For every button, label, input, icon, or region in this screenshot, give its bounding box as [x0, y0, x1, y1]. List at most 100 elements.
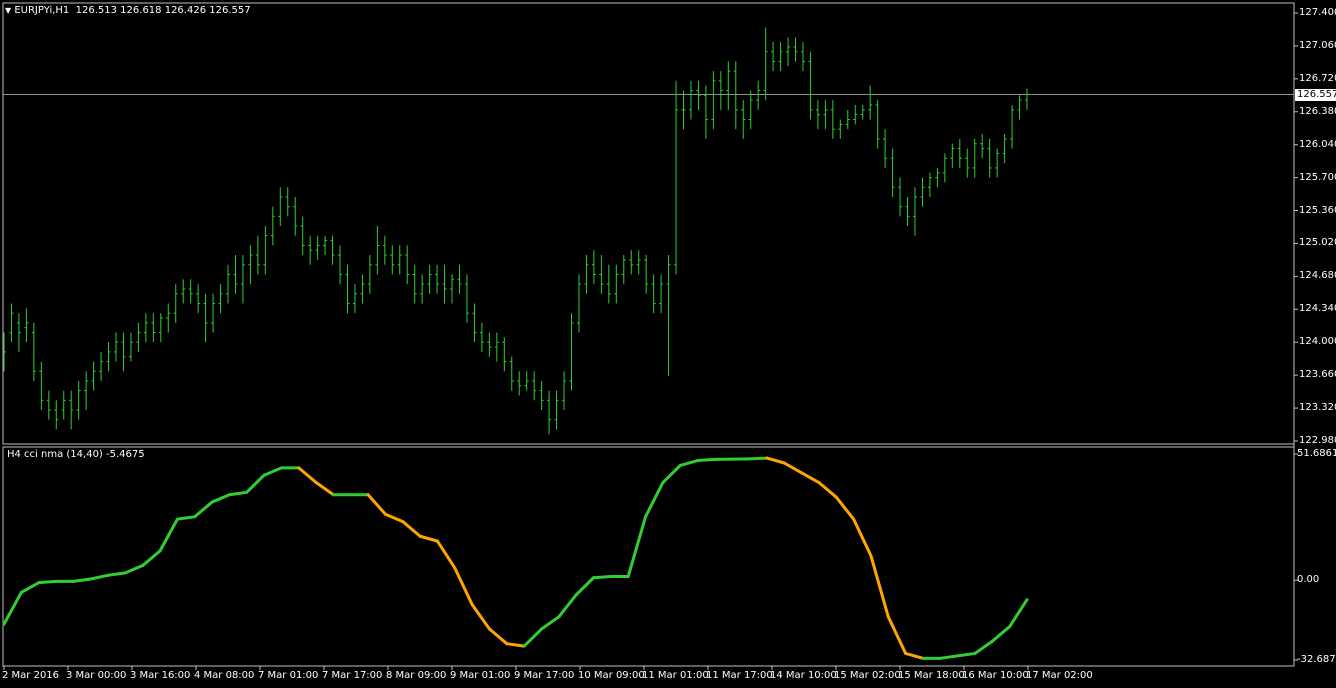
- ohlc-bar: [644, 255, 649, 294]
- ohlc-bar: [494, 332, 499, 362]
- cci-line-segment: [817, 481, 838, 499]
- ohlc-bar: [883, 129, 888, 168]
- ohlc-bar: [196, 284, 201, 314]
- time-axis-label: 3 Mar 00:00: [66, 670, 127, 681]
- cci-line-segment: [470, 603, 491, 631]
- ohlc-bar: [420, 274, 425, 304]
- cci-line-segment: [834, 495, 856, 521]
- ohlc-bar: [397, 245, 402, 275]
- ohlc-bar: [128, 332, 133, 362]
- cci-line-segment: [765, 456, 786, 465]
- indicator-axis-label: -32.687: [1297, 654, 1336, 665]
- cci-line-segment: [505, 642, 526, 648]
- ohlc-bar: [151, 313, 156, 343]
- ohlc-bar: [651, 274, 656, 314]
- ohlc-bar: [502, 337, 507, 372]
- ohlc-bar: [181, 279, 186, 304]
- ohlc-bar: [479, 322, 484, 352]
- cci-line-segment: [869, 554, 890, 619]
- time-axis-label: 17 Mar 02:00: [1026, 670, 1093, 681]
- ohlc-bar: [860, 104, 865, 120]
- time-axis-label: 7 Mar 01:00: [258, 670, 319, 681]
- indicator-axis-label: 51.6861: [1297, 448, 1336, 459]
- cci-line-segment: [644, 481, 665, 519]
- cci-line-segment: [175, 515, 197, 521]
- ohlc-bar: [1010, 104, 1015, 149]
- ohlc-bar: [54, 400, 59, 430]
- ohlc-bar: [853, 104, 858, 125]
- ohlc-bar: [733, 61, 738, 130]
- time-axis-label: 11 Mar 01:00: [642, 670, 709, 681]
- ohlc-bar: [450, 274, 455, 304]
- cci-line-segment: [89, 573, 110, 581]
- ohlc-bar: [711, 71, 716, 130]
- cci-line-segment: [990, 625, 1012, 643]
- ohlc-bar: [786, 37, 791, 67]
- ohlc-bar: [942, 153, 947, 183]
- ohlc-bar: [927, 172, 932, 197]
- ohlc-bar: [696, 80, 701, 110]
- price-axis-label: 124.340: [1299, 303, 1336, 315]
- cci-line-segment: [314, 481, 335, 497]
- time-axis-label: 16 Mar 10:00: [962, 670, 1029, 681]
- ohlc-bar: [778, 42, 783, 72]
- price-axis-label: 125.700: [1299, 171, 1336, 183]
- ohlc-bar: [278, 187, 283, 227]
- ohlc-bar: [352, 284, 357, 314]
- ohlc-bar: [636, 250, 641, 275]
- ohlc-bar: [532, 371, 537, 401]
- ohlc-values: 126.513 126.618 126.426 126.557: [75, 5, 251, 16]
- ohlc-bar: [330, 235, 335, 265]
- price-axis-label: 127.400: [1299, 7, 1336, 18]
- ohlc-bar: [763, 27, 768, 101]
- ohlc-bar: [46, 390, 51, 420]
- ohlc-bar: [285, 187, 290, 217]
- ohlc-bar: [875, 100, 880, 149]
- ohlc-bar: [315, 235, 320, 260]
- ohlc-bar: [412, 264, 417, 304]
- ohlc-bar: [158, 313, 163, 343]
- ohlc-bar: [255, 235, 260, 275]
- cci-line-segment: [245, 473, 266, 494]
- ohlc-bar: [367, 255, 372, 294]
- ohlc-bar: [554, 390, 559, 430]
- ohlc-bar: [547, 390, 552, 435]
- ohlc-bar: [1017, 95, 1022, 120]
- ohlc-bar: [591, 250, 596, 285]
- ohlc-bar: [360, 274, 365, 304]
- ohlc-bar: [143, 313, 148, 343]
- price-axis-label: 122.980: [1299, 435, 1336, 446]
- ohlc-bar: [912, 187, 917, 236]
- ohlc-bar: [845, 109, 850, 130]
- cci-line-segment: [973, 639, 994, 655]
- ohlc-bar: [405, 245, 410, 285]
- ohlc-bar: [435, 264, 440, 294]
- ohlc-bar: [741, 100, 746, 139]
- ohlc-bar: [808, 51, 813, 120]
- cci-line-segment: [661, 463, 682, 485]
- chart-canvas: [2, 2, 1298, 670]
- ohlc-bar: [987, 138, 992, 178]
- ohlc-bar: [890, 148, 895, 197]
- ohlc-bar: [830, 100, 835, 139]
- ohlc-bar: [674, 80, 679, 275]
- cci-line-segment: [748, 456, 769, 461]
- ohlc-bar: [524, 371, 529, 391]
- ohlc-bar: [39, 361, 44, 411]
- dropdown-triangle-icon[interactable]: ▼: [5, 6, 11, 15]
- ohlc-bar: [509, 356, 514, 391]
- ohlc-bar: [338, 245, 343, 285]
- ohlc-bar: [390, 245, 395, 275]
- price-axis-label: 127.060: [1299, 39, 1336, 51]
- cci-line-segment: [453, 566, 474, 607]
- symbol-label: EURJPYi,H1: [14, 5, 70, 16]
- ohlc-bar: [980, 134, 985, 159]
- ohlc-bar: [464, 274, 469, 323]
- price-axis-label: 123.660: [1299, 369, 1336, 381]
- cci-line-segment: [800, 471, 821, 485]
- cci-line-segment: [37, 579, 58, 585]
- ohlc-bar: [771, 42, 776, 72]
- ohlc-bar: [136, 322, 141, 352]
- price-axis-label: 124.680: [1299, 270, 1336, 282]
- ohlc-bar: [703, 85, 708, 139]
